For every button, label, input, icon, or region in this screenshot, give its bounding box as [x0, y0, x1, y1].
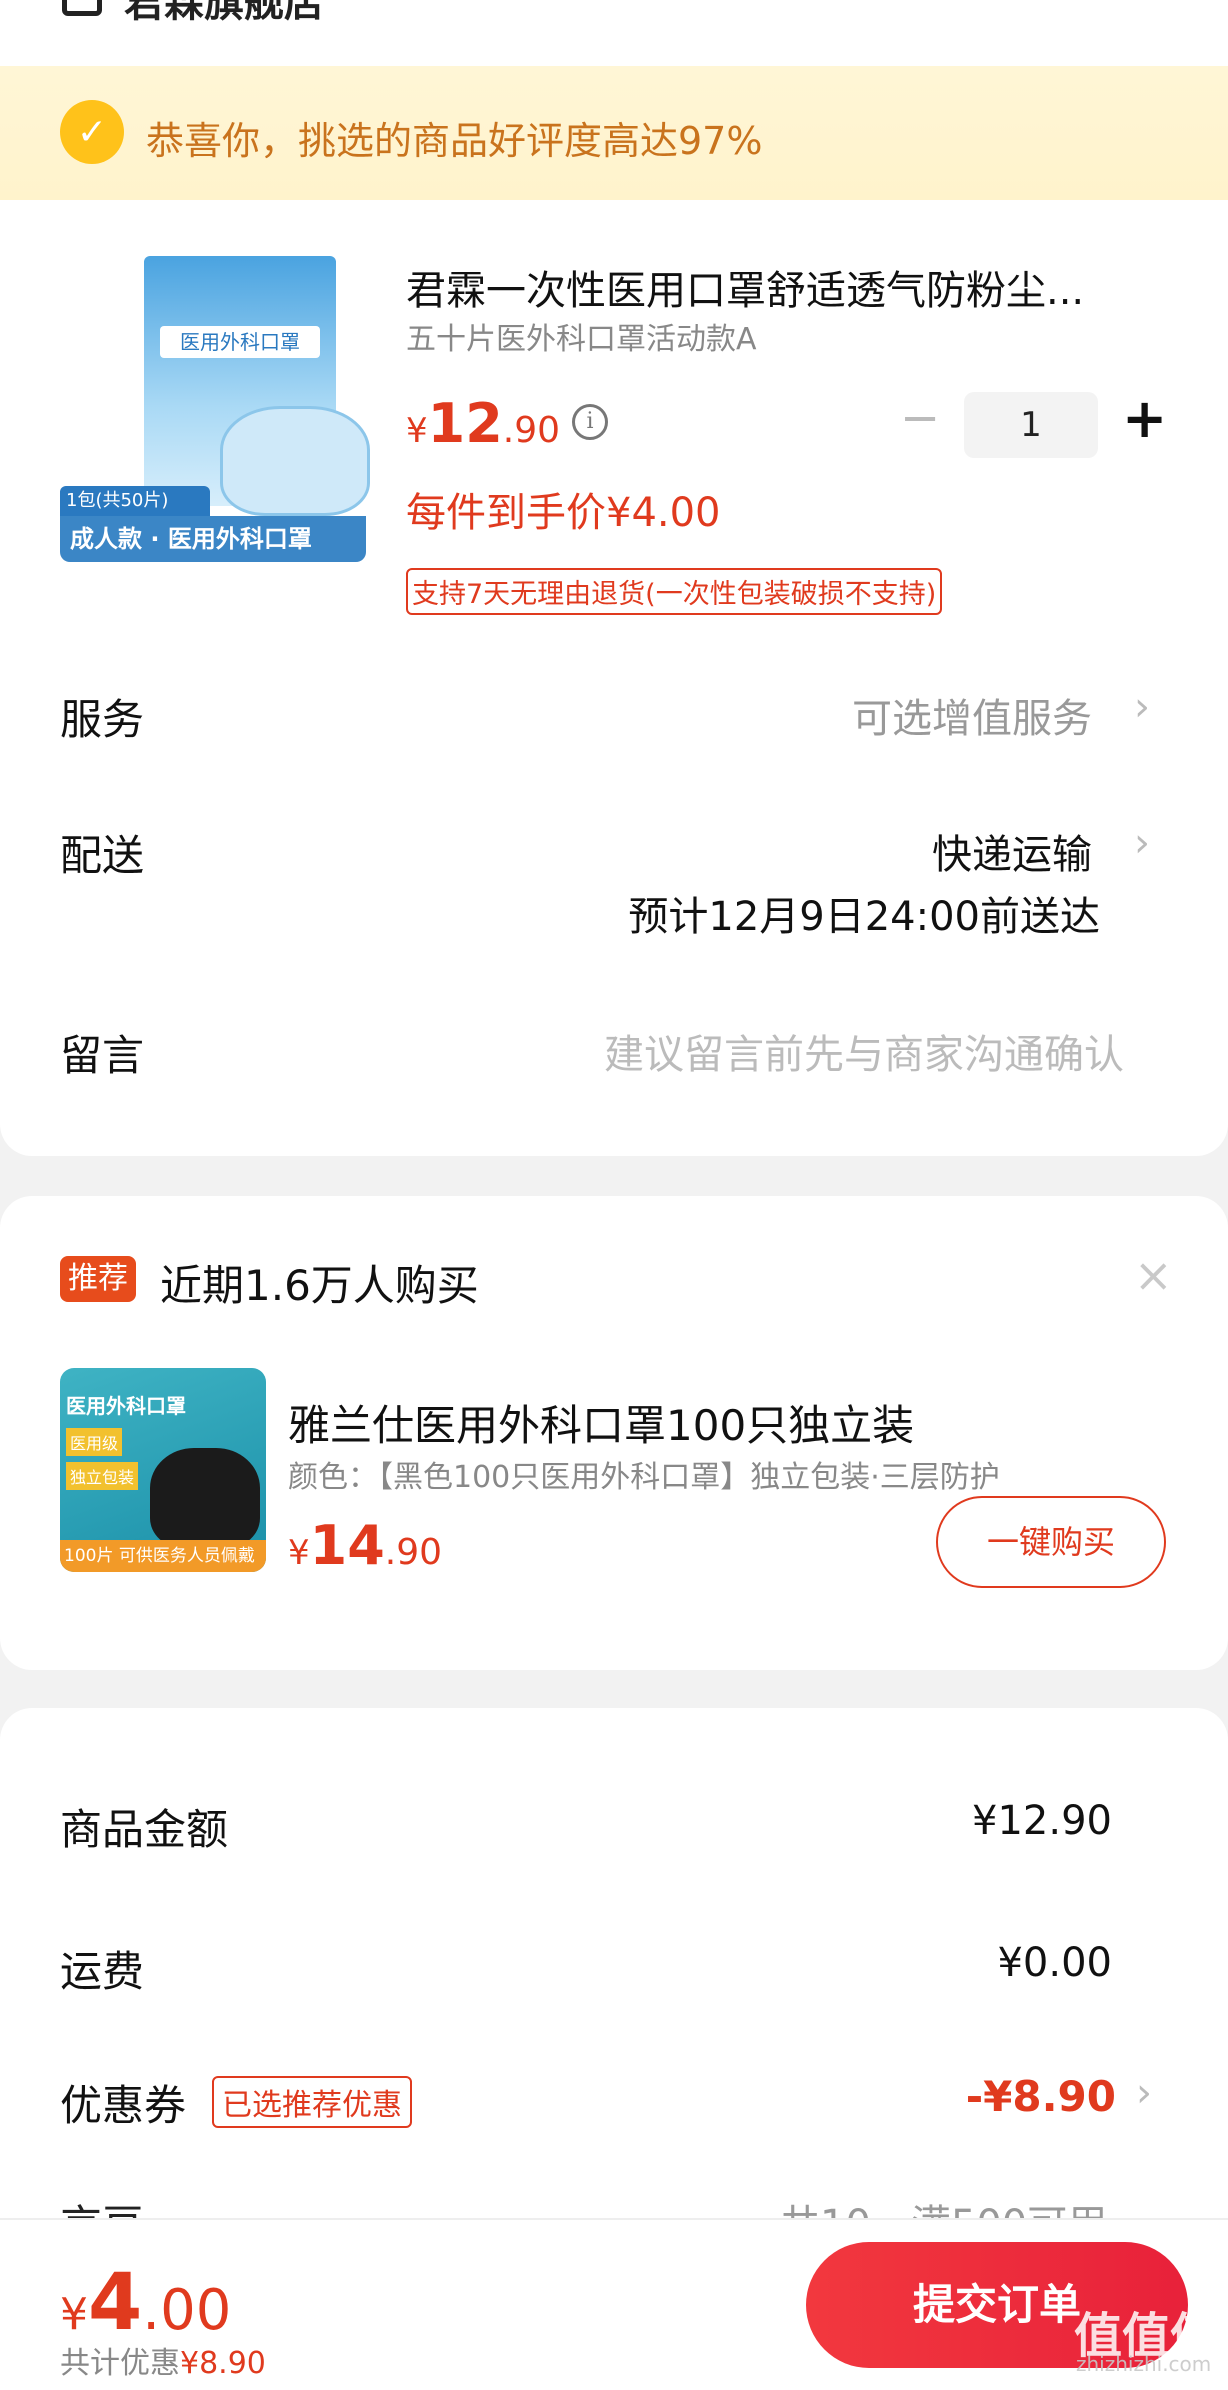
service-chevron-icon[interactable]: ›: [1134, 684, 1150, 730]
price-decimal: .90: [502, 410, 561, 451]
quantity-input[interactable]: 1: [964, 392, 1098, 458]
coupon-value[interactable]: -¥8.90: [800, 2072, 1116, 2121]
price-symbol: ¥: [406, 411, 428, 451]
shipping-value: ¥0.00: [997, 1940, 1112, 1986]
delivery-label: 配送: [60, 831, 145, 880]
black-mask-graphic: [150, 1448, 260, 1548]
package-count-band: 1包(共50片): [60, 486, 210, 516]
store-header[interactable]: 君霖旗舰店: [0, 0, 1228, 66]
package-title: 医用外科口罩: [160, 326, 320, 358]
thumbs-up-icon: ✓: [60, 100, 124, 164]
rec-price-symbol: ¥: [288, 1533, 310, 1573]
coupon-chevron-icon[interactable]: ›: [1136, 2070, 1152, 2116]
savings-value: ¥8.90: [180, 2346, 266, 2381]
total-integer: 4: [88, 2258, 143, 2348]
image-tag-pack: 独立包装: [66, 1462, 139, 1490]
one-click-buy-button[interactable]: 一键购买: [936, 1496, 1166, 1588]
goods-amount-label: 商品金额: [60, 1805, 229, 1854]
recommend-card: 推荐 近期1.6万人购买 × 医用外科口罩 医用级 独立包装 100片 可供医务…: [0, 1196, 1228, 1670]
image-caption: 医用外科口罩: [66, 1394, 186, 1418]
watermark-url: zhizhizhi.com: [1076, 2352, 1212, 2376]
recommend-price: ¥14.90: [288, 1514, 442, 1577]
close-icon[interactable]: ×: [1134, 1248, 1173, 1302]
checkout-bar: ¥4.00 共计优惠¥8.90 提交订单: [0, 2218, 1228, 2390]
product-title[interactable]: 君霖一次性医用口罩舒适透气防粉尘...: [406, 258, 1166, 316]
delivery-chevron-icon[interactable]: ›: [1134, 820, 1150, 866]
product-spec[interactable]: 五十片医外科口罩活动款A: [406, 314, 757, 358]
return-policy-tag: 支持7天无理由退货(一次性包装破损不支持): [406, 568, 943, 615]
mask-graphic: [220, 406, 370, 516]
message-field[interactable]: 建议留言前先与商家沟通确认: [520, 1022, 1124, 1080]
price-info-icon[interactable]: i: [572, 404, 608, 440]
store-name[interactable]: 君霖旗舰店: [124, 0, 324, 28]
recommend-product-spec: 颜色：【黑色100只医用外科口罩】独立包装·三层防护: [288, 1460, 1000, 1495]
total-savings: 共计优惠¥8.90: [60, 2338, 266, 2382]
goods-amount-value: ¥12.90: [972, 1798, 1112, 1844]
shipping-label: 运费: [60, 1947, 145, 1996]
rec-price-integer: 14: [309, 1514, 385, 1577]
rating-banner: ✓ 恭喜你，挑选的商品好评度高达97%: [0, 66, 1228, 200]
store-icon: [62, 0, 102, 16]
rec-price-decimal: .90: [384, 1532, 443, 1573]
total-price: ¥4.00: [60, 2258, 231, 2348]
service-label: 服务: [60, 695, 145, 744]
total-decimal: .00: [142, 2278, 232, 2343]
image-tag-grade: 医用级: [66, 1428, 123, 1456]
recommend-product-image[interactable]: 医用外科口罩 医用级 独立包装 100片 可供医务人员佩戴: [60, 1368, 266, 1572]
recommend-title: 近期1.6万人购买: [160, 1261, 479, 1310]
product-price: ¥12.90: [406, 392, 560, 455]
product-image[interactable]: 医用外科口罩 1包(共50片) 成人款 · 医用外科口罩: [60, 256, 370, 562]
coupon-tag: 已选推荐优惠: [212, 2076, 412, 2128]
recommend-badge: 推荐: [60, 1256, 136, 1302]
order-card: 医用外科口罩 1包(共50片) 成人款 · 医用外科口罩 君霖一次性医用口罩舒适…: [0, 200, 1228, 1156]
quantity-increase-button[interactable]: +: [1122, 392, 1167, 446]
banner-text: 恭喜你，挑选的商品好评度高达97%: [146, 119, 763, 163]
unit-price: 每件到手价¥4.00: [406, 490, 721, 536]
price-integer: 12: [427, 392, 503, 455]
service-value[interactable]: 可选增值服务: [700, 686, 1092, 744]
delivery-eta: 预计12月9日24:00前送达: [628, 894, 1100, 940]
recommend-product-name[interactable]: 雅兰仕医用外科口罩100只独立装: [288, 1392, 914, 1453]
image-footer: 100片 可供医务人员佩戴: [60, 1540, 266, 1572]
delivery-value[interactable]: 快递运输: [700, 822, 1092, 880]
package-type-band: 成人款 · 医用外科口罩: [60, 516, 366, 562]
total-symbol: ¥: [60, 2289, 88, 2340]
quantity-decrease-button[interactable]: −: [900, 394, 940, 442]
savings-label: 共计优惠: [60, 2346, 180, 2381]
message-label: 留言: [60, 1031, 145, 1080]
coupon-label: 优惠券: [60, 2081, 187, 2130]
